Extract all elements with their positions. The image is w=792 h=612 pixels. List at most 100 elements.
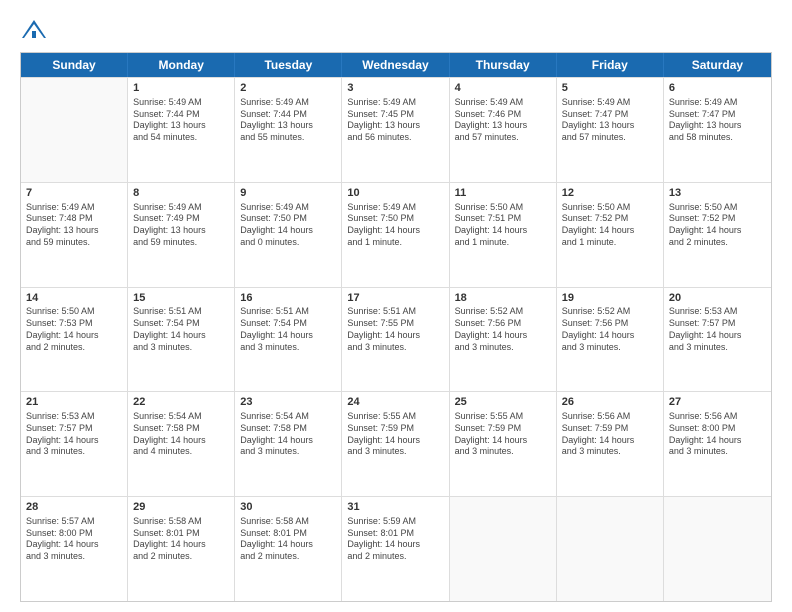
- day-cell-26: 26Sunrise: 5:56 AMSunset: 7:59 PMDayligh…: [557, 392, 664, 496]
- cell-line: and 3 minutes.: [240, 446, 336, 458]
- day-cell-12: 12Sunrise: 5:50 AMSunset: 7:52 PMDayligh…: [557, 183, 664, 287]
- cell-line: Sunrise: 5:49 AM: [562, 97, 658, 109]
- cell-line: Sunset: 7:57 PM: [669, 318, 766, 330]
- cell-line: Daylight: 14 hours: [133, 330, 229, 342]
- calendar-row-0: 1Sunrise: 5:49 AMSunset: 7:44 PMDaylight…: [21, 77, 771, 182]
- day-cell-11: 11Sunrise: 5:50 AMSunset: 7:51 PMDayligh…: [450, 183, 557, 287]
- day-cell-17: 17Sunrise: 5:51 AMSunset: 7:55 PMDayligh…: [342, 288, 449, 392]
- cell-line: Sunset: 7:48 PM: [26, 213, 122, 225]
- cell-line: Daylight: 13 hours: [562, 120, 658, 132]
- day-number: 12: [562, 186, 658, 201]
- day-number: 22: [133, 395, 229, 410]
- cell-line: and 55 minutes.: [240, 132, 336, 144]
- day-number: 5: [562, 81, 658, 96]
- day-cell-2: 2Sunrise: 5:49 AMSunset: 7:44 PMDaylight…: [235, 78, 342, 182]
- cell-line: Daylight: 14 hours: [347, 539, 443, 551]
- cell-line: Sunrise: 5:49 AM: [455, 97, 551, 109]
- cell-line: Sunrise: 5:51 AM: [347, 306, 443, 318]
- cell-line: Sunset: 7:44 PM: [240, 109, 336, 121]
- cell-line: Sunset: 8:01 PM: [133, 528, 229, 540]
- day-number: 2: [240, 81, 336, 96]
- day-cell-8: 8Sunrise: 5:49 AMSunset: 7:49 PMDaylight…: [128, 183, 235, 287]
- cell-line: Sunset: 7:46 PM: [455, 109, 551, 121]
- cell-line: Sunset: 7:58 PM: [133, 423, 229, 435]
- day-cell-22: 22Sunrise: 5:54 AMSunset: 7:58 PMDayligh…: [128, 392, 235, 496]
- day-number: 16: [240, 291, 336, 306]
- day-number: 17: [347, 291, 443, 306]
- cell-line: Daylight: 14 hours: [455, 435, 551, 447]
- cell-line: Sunrise: 5:50 AM: [455, 202, 551, 214]
- cell-line: Daylight: 14 hours: [669, 330, 766, 342]
- cell-line: and 3 minutes.: [455, 342, 551, 354]
- cell-line: and 3 minutes.: [347, 342, 443, 354]
- cell-line: and 1 minute.: [455, 237, 551, 249]
- cell-line: and 2 minutes.: [347, 551, 443, 563]
- cell-line: Daylight: 14 hours: [347, 435, 443, 447]
- cell-line: Sunset: 7:59 PM: [347, 423, 443, 435]
- cell-line: and 2 minutes.: [133, 551, 229, 563]
- day-number: 20: [669, 291, 766, 306]
- day-number: 31: [347, 500, 443, 515]
- day-cell-29: 29Sunrise: 5:58 AMSunset: 8:01 PMDayligh…: [128, 497, 235, 601]
- day-cell-31: 31Sunrise: 5:59 AMSunset: 8:01 PMDayligh…: [342, 497, 449, 601]
- day-number: 9: [240, 186, 336, 201]
- cell-line: Sunrise: 5:49 AM: [26, 202, 122, 214]
- calendar-body: 1Sunrise: 5:49 AMSunset: 7:44 PMDaylight…: [21, 77, 771, 601]
- header-day-friday: Friday: [557, 53, 664, 77]
- cell-line: Sunset: 7:54 PM: [240, 318, 336, 330]
- cell-line: Sunset: 7:50 PM: [240, 213, 336, 225]
- cell-line: Daylight: 14 hours: [133, 539, 229, 551]
- cell-line: Sunrise: 5:52 AM: [562, 306, 658, 318]
- cell-line: Daylight: 13 hours: [455, 120, 551, 132]
- day-cell-21: 21Sunrise: 5:53 AMSunset: 7:57 PMDayligh…: [21, 392, 128, 496]
- cell-line: Sunset: 7:59 PM: [455, 423, 551, 435]
- cell-line: Sunrise: 5:53 AM: [26, 411, 122, 423]
- cell-line: Sunrise: 5:51 AM: [133, 306, 229, 318]
- cell-line: Sunset: 7:47 PM: [669, 109, 766, 121]
- cell-line: Daylight: 13 hours: [347, 120, 443, 132]
- cell-line: Sunset: 7:52 PM: [562, 213, 658, 225]
- calendar: SundayMondayTuesdayWednesdayThursdayFrid…: [20, 52, 772, 602]
- cell-line: Sunset: 7:52 PM: [669, 213, 766, 225]
- cell-line: and 56 minutes.: [347, 132, 443, 144]
- cell-line: and 3 minutes.: [669, 342, 766, 354]
- day-number: 18: [455, 291, 551, 306]
- day-cell-16: 16Sunrise: 5:51 AMSunset: 7:54 PMDayligh…: [235, 288, 342, 392]
- empty-cell-0-0: [21, 78, 128, 182]
- cell-line: and 1 minute.: [562, 237, 658, 249]
- day-cell-28: 28Sunrise: 5:57 AMSunset: 8:00 PMDayligh…: [21, 497, 128, 601]
- cell-line: and 3 minutes.: [347, 446, 443, 458]
- empty-cell-4-6: [664, 497, 771, 601]
- cell-line: and 2 minutes.: [240, 551, 336, 563]
- empty-cell-4-5: [557, 497, 664, 601]
- cell-line: Daylight: 14 hours: [347, 225, 443, 237]
- day-number: 3: [347, 81, 443, 96]
- cell-line: Sunrise: 5:50 AM: [669, 202, 766, 214]
- cell-line: Sunset: 8:01 PM: [347, 528, 443, 540]
- cell-line: Sunrise: 5:51 AM: [240, 306, 336, 318]
- header-day-thursday: Thursday: [450, 53, 557, 77]
- day-number: 21: [26, 395, 122, 410]
- day-number: 4: [455, 81, 551, 96]
- cell-line: Daylight: 14 hours: [562, 225, 658, 237]
- cell-line: Daylight: 14 hours: [455, 225, 551, 237]
- day-cell-9: 9Sunrise: 5:49 AMSunset: 7:50 PMDaylight…: [235, 183, 342, 287]
- cell-line: Daylight: 14 hours: [26, 330, 122, 342]
- header: [20, 16, 772, 44]
- cell-line: Daylight: 14 hours: [562, 330, 658, 342]
- day-cell-20: 20Sunrise: 5:53 AMSunset: 7:57 PMDayligh…: [664, 288, 771, 392]
- day-cell-6: 6Sunrise: 5:49 AMSunset: 7:47 PMDaylight…: [664, 78, 771, 182]
- day-cell-19: 19Sunrise: 5:52 AMSunset: 7:56 PMDayligh…: [557, 288, 664, 392]
- cell-line: and 2 minutes.: [26, 342, 122, 354]
- cell-line: Sunset: 7:47 PM: [562, 109, 658, 121]
- cell-line: Daylight: 14 hours: [455, 330, 551, 342]
- cell-line: Sunrise: 5:54 AM: [240, 411, 336, 423]
- calendar-header: SundayMondayTuesdayWednesdayThursdayFrid…: [21, 53, 771, 77]
- cell-line: Sunrise: 5:49 AM: [133, 202, 229, 214]
- cell-line: Sunrise: 5:54 AM: [133, 411, 229, 423]
- cell-line: and 57 minutes.: [455, 132, 551, 144]
- cell-line: Sunset: 7:54 PM: [133, 318, 229, 330]
- day-cell-24: 24Sunrise: 5:55 AMSunset: 7:59 PMDayligh…: [342, 392, 449, 496]
- day-cell-3: 3Sunrise: 5:49 AMSunset: 7:45 PMDaylight…: [342, 78, 449, 182]
- cell-line: Daylight: 13 hours: [669, 120, 766, 132]
